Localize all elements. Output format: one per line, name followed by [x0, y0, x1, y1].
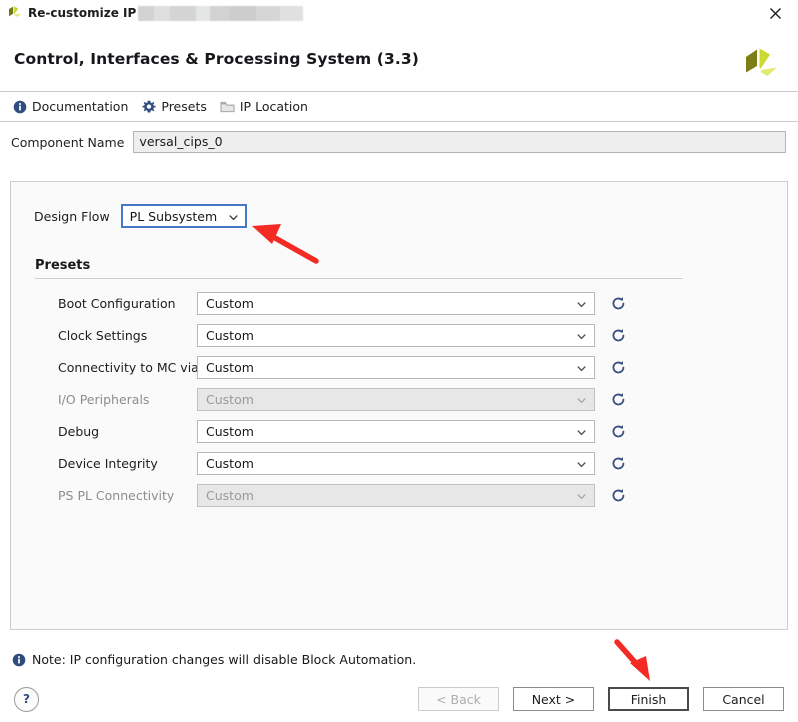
preset-row: Connectivity to MC via NoC Custom [11, 351, 787, 383]
finish-button[interactable]: Finish [608, 687, 689, 711]
footer-button-group: < Back Next > Finish Cancel [418, 687, 784, 711]
refresh-icon[interactable] [609, 326, 627, 344]
preset-row: I/O Peripherals Custom [11, 383, 787, 415]
presets-section-title: Presets [35, 258, 91, 273]
dialog-footer: ? < Back Next > Finish Cancel [0, 676, 798, 722]
refresh-icon[interactable] [609, 486, 627, 504]
help-button[interactable]: ? [14, 686, 39, 712]
dialog-header: Control, Interfaces & Processing System … [0, 27, 798, 92]
preset-label: Boot Configuration [58, 295, 176, 311]
preset-value: Custom [206, 391, 254, 407]
gear-icon [141, 99, 156, 114]
preset-label: Clock Settings [58, 327, 148, 343]
preset-dropdown-connectivity-to-mc-via-noc[interactable]: Custom [197, 355, 595, 379]
note-text: Note: IP configuration changes will disa… [32, 652, 417, 667]
window-title: Re-customize IP [28, 6, 137, 20]
chevron-down-icon [228, 211, 239, 222]
chevron-down-icon [576, 298, 587, 309]
preset-dropdown-device-integrity[interactable]: Custom [197, 451, 595, 475]
preset-row: Boot Configuration Custom [11, 287, 787, 319]
design-flow-value: PL Subsystem [129, 208, 218, 224]
next-button[interactable]: Next > [513, 687, 594, 711]
preset-row: Clock Settings Custom [11, 319, 787, 351]
chevron-down-icon [576, 426, 587, 437]
toolbar-item-presets[interactable]: Presets [138, 97, 213, 116]
note-row: Note: IP configuration changes will disa… [11, 652, 416, 667]
preset-label: Device Integrity [58, 455, 158, 471]
dialog-toolbar: Documentation Presets IP Location [0, 92, 798, 122]
back-button: < Back [418, 687, 499, 711]
toolbar-item-documentation[interactable]: Documentation [9, 97, 134, 116]
page-title: Control, Interfaces & Processing System … [14, 50, 419, 68]
toolbar-item-label: Presets [161, 99, 207, 114]
design-flow-label: Design Flow [34, 208, 110, 224]
component-name-label: Component Name [11, 134, 125, 150]
main-panel: Design Flow PL Subsystem Presets Boot Co… [10, 181, 788, 630]
chevron-down-icon [576, 330, 587, 341]
preset-value: Custom [206, 487, 254, 503]
xilinx-pinwheel-logo-icon-large [740, 45, 780, 83]
chevron-down-icon [576, 394, 587, 405]
refresh-icon[interactable] [609, 454, 627, 472]
preset-value: Custom [206, 327, 254, 343]
preset-value: Custom [206, 455, 254, 471]
preset-value: Custom [206, 295, 254, 311]
preset-row: Debug Custom [11, 415, 787, 447]
xilinx-pinwheel-logo-icon [6, 4, 24, 22]
cancel-button[interactable]: Cancel [703, 687, 784, 711]
preset-row: Device Integrity Custom [11, 447, 787, 479]
refresh-icon[interactable] [609, 390, 627, 408]
preset-value: Custom [206, 359, 254, 375]
preset-dropdown-ps-pl-connectivity: Custom [197, 483, 595, 507]
chevron-down-icon [576, 362, 587, 373]
preset-label: I/O Peripherals [58, 391, 150, 407]
presets-list: Boot Configuration Custom Clock Settings… [11, 287, 787, 511]
toolbar-item-label: IP Location [239, 99, 308, 114]
presets-divider [35, 278, 683, 279]
chevron-down-icon [576, 458, 587, 469]
redacted-title-region [138, 5, 304, 21]
info-icon [12, 99, 27, 114]
component-name-row: Component Name [0, 122, 798, 162]
refresh-icon[interactable] [609, 294, 627, 312]
refresh-icon[interactable] [609, 422, 627, 440]
preset-dropdown-clock-settings[interactable]: Custom [197, 323, 595, 347]
preset-dropdown-boot-configuration[interactable]: Custom [197, 291, 595, 315]
folder-icon [220, 99, 235, 114]
info-icon [11, 652, 26, 667]
preset-label: PS PL Connectivity [58, 487, 175, 503]
preset-row: PS PL Connectivity Custom [11, 479, 787, 511]
preset-label: Debug [58, 423, 100, 439]
preset-dropdown-io-peripherals: Custom [197, 387, 595, 411]
chevron-down-icon [576, 490, 587, 501]
toolbar-item-label: Documentation [32, 99, 129, 114]
toolbar-item-ip-location[interactable]: IP Location [217, 97, 314, 116]
preset-dropdown-debug[interactable]: Custom [197, 419, 595, 443]
refresh-icon[interactable] [609, 358, 627, 376]
design-flow-dropdown[interactable]: PL Subsystem [120, 204, 247, 228]
close-icon[interactable] [760, 0, 790, 26]
window-titlebar: Re-customize IP [0, 0, 798, 27]
design-flow-row: Design Flow PL Subsystem [11, 182, 787, 228]
preset-value: Custom [206, 423, 254, 439]
preset-label: Connectivity to MC via NoC [58, 359, 229, 375]
component-name-input[interactable] [133, 131, 786, 153]
